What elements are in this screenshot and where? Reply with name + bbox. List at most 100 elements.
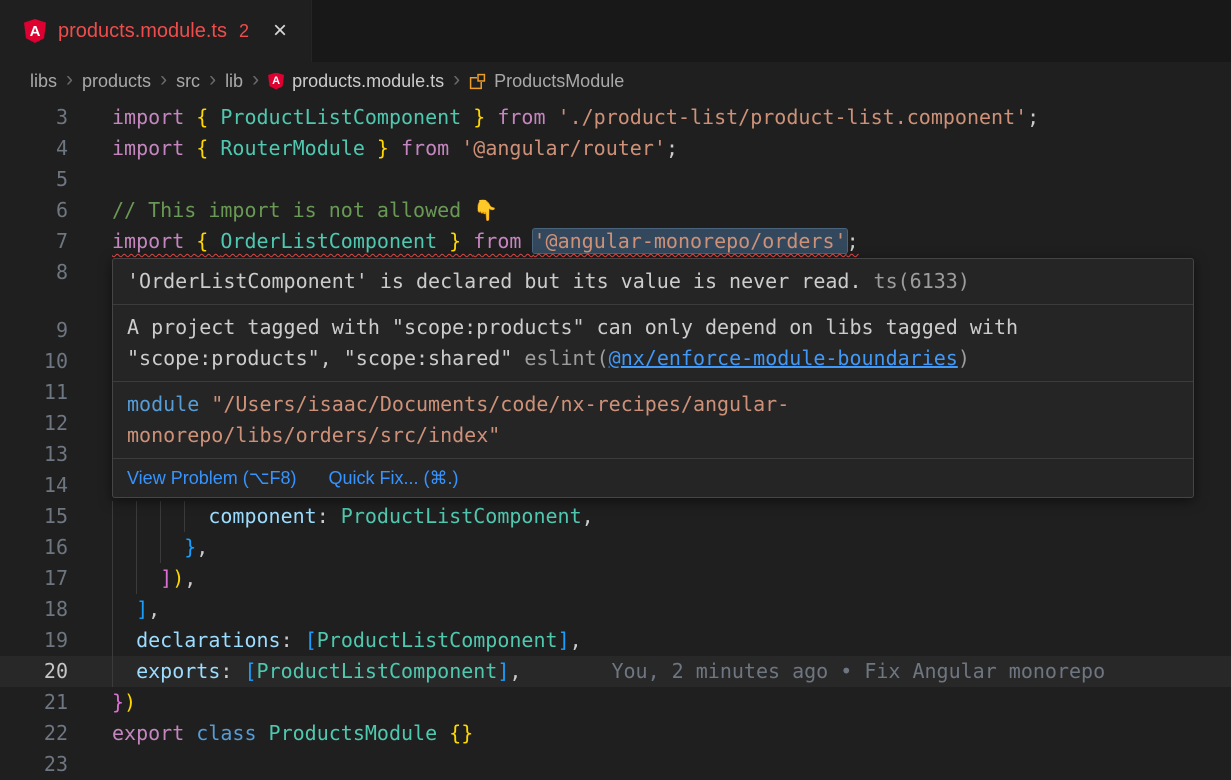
breadcrumb-separator: › [251,69,260,93]
code-line-6[interactable]: 6 // This import is not allowed 👇 [0,195,1231,226]
view-problem-action[interactable]: View Problem (⌥F8) [127,465,296,491]
quick-fix-action[interactable]: Quick Fix... (⌘.) [328,465,458,491]
line-number[interactable]: 10 [0,346,68,377]
code-token: export [112,721,196,745]
line-number[interactable]: 17 [0,563,68,594]
breadcrumb-item-libs[interactable]: libs [30,71,57,92]
code-token: import [112,136,196,160]
tab-title: products.module.ts [58,20,227,43]
eslint-rule-link[interactable]: @nx/enforce-module-boundaries [609,346,958,370]
line-number[interactable]: 20 [0,656,68,687]
code-token: declarations [136,628,281,652]
code-token: , [582,504,594,528]
hover-section-2: A project tagged with "scope:products" c… [113,304,1193,381]
code-token: ] [558,628,570,652]
code-line-17[interactable]: 17 ]), [0,563,1231,594]
line-number[interactable]: 21 [0,687,68,718]
code-token: : [220,659,244,683]
code-token: ; [847,229,859,253]
breadcrumb-label: src [176,71,200,92]
breadcrumb-item-src[interactable]: src [176,71,200,92]
code-token: , [196,535,208,559]
line-content: import { RouterModule } from '@angular/r… [112,133,678,164]
line-content: // This import is not allowed 👇 [112,195,498,226]
code-token: RouterModule [220,136,365,160]
error-squiggle: import { OrderListComponent } from '@ang… [112,229,859,253]
code-token: : [281,628,305,652]
line-number[interactable]: 18 [0,594,68,625]
code-line-18[interactable]: 18 ], [0,594,1231,625]
line-number[interactable]: 12 [0,408,68,439]
code-line-19[interactable]: 19 declarations: [ProductListComponent], [0,625,1231,656]
code-token: component [208,504,316,528]
hover-actions: View Problem (⌥F8) Quick Fix... (⌘.) [113,458,1193,497]
line-number[interactable]: 13 [0,439,68,470]
code-token: monorepo/libs/orders/src/index" [127,423,500,447]
line-number[interactable]: 5 [0,164,68,195]
code-token: { [196,136,220,160]
code-token: : [317,504,341,528]
breadcrumb-item-products[interactable]: products [82,71,151,92]
code-line-7[interactable]: 7 import { OrderListComponent } from '@an… [0,226,1231,257]
breadcrumb-separator: › [159,69,168,93]
indent-guides [112,563,160,594]
line-number[interactable]: 16 [0,532,68,563]
pointing-down-emoji: 👇 [473,198,498,222]
code-token: ProductListComponent [257,659,498,683]
code-token: ] [160,566,172,590]
line-content: declarations: [ProductListComponent], [112,625,582,656]
breadcrumb-item-productsmodule[interactable]: ProductsModule [469,71,624,92]
line-number[interactable]: 23 [0,749,68,780]
code-line-15[interactable]: 15 component: ProductListComponent, [0,501,1231,532]
breadcrumb-separator: › [65,69,74,93]
line-number[interactable]: 3 [0,102,68,133]
indent-guides [112,532,184,563]
code-line-16[interactable]: 16 }, [0,532,1231,563]
code-line-23[interactable]: 23 [0,749,1231,780]
angular-icon [24,19,46,43]
line-content: }) [112,687,136,718]
hover-line: module "/Users/isaac/Documents/code/nx-r… [127,389,1179,420]
code-token: ) [124,690,136,714]
line-content: export class ProductsModule {} [112,718,473,749]
breadcrumb-item-products-module-ts[interactable]: products.module.ts [268,71,444,92]
code-line-3[interactable]: 3import { ProductListComponent } from '.… [0,102,1231,133]
hover-section-1: 'OrderListComponent' is declared but its… [113,259,1193,304]
code-token: 'OrderListComponent' is declared but its… [127,269,862,293]
line-number[interactable]: 14 [0,470,68,501]
line-number[interactable]: 8 [0,257,68,288]
code-token: exports [136,659,220,683]
breadcrumb-label: ProductsModule [494,71,624,92]
code-token: } [184,535,196,559]
line-number[interactable]: 9 [0,315,68,346]
class-symbol-icon [469,73,486,90]
code-token: , [509,659,521,683]
tab-error-count-badge: 2 [239,21,249,42]
hover-line: "scope:products", "scope:shared" eslint(… [127,343,1179,374]
code-token: from [473,229,533,253]
code-token: A project tagged with "scope:products" c… [127,315,1018,339]
code-token: // This import is not allowed [112,198,473,222]
code-line-20[interactable]: 20 exports: [ProductListComponent],You, … [0,656,1231,687]
code-token: } [112,690,124,714]
line-number[interactable]: 6 [0,195,68,226]
tab-products-module-ts[interactable]: products.module.ts 2 × [0,0,312,62]
line-number[interactable]: 22 [0,718,68,749]
line-number[interactable]: 15 [0,501,68,532]
line-number[interactable]: 19 [0,625,68,656]
close-icon[interactable]: × [273,19,287,43]
code-line-22[interactable]: 22 export class ProductsModule {} [0,718,1231,749]
code-line-21[interactable]: 21}) [0,687,1231,718]
code-line-4[interactable]: 4 import { RouterModule } from '@angular/… [0,133,1231,164]
hover-line: 'OrderListComponent' is declared but its… [127,266,1179,297]
code-line-5[interactable]: 5 [0,164,1231,195]
line-number[interactable]: 7 [0,226,68,257]
code-token: } [461,105,497,129]
code-token: from [497,105,557,129]
hover-section-3: module "/Users/isaac/Documents/code/nx-r… [113,381,1193,458]
line-number[interactable]: 11 [0,377,68,408]
code-token: eslint( [524,346,608,370]
line-number[interactable]: 4 [0,133,68,164]
breadcrumb-item-lib[interactable]: lib [225,71,243,92]
line-content: ], [112,594,160,625]
